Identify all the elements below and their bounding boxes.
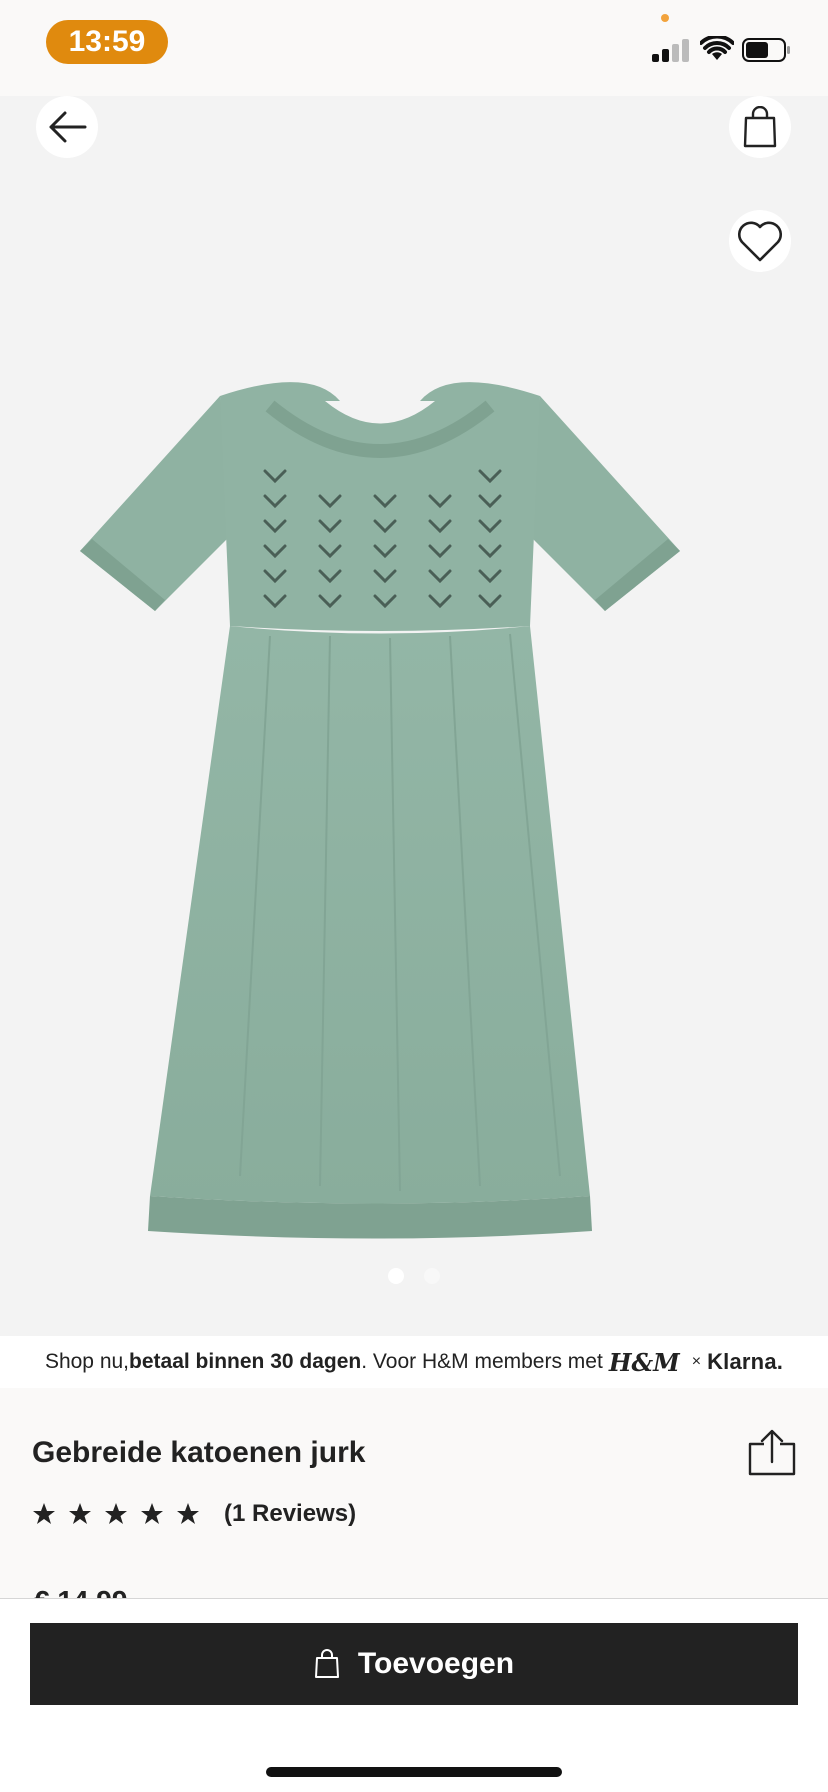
shopping-bag-icon: [314, 1649, 339, 1678]
favorite-button[interactable]: [729, 210, 791, 272]
star-icon: [141, 1503, 163, 1524]
status-time: 13:59: [46, 20, 168, 64]
arrow-left-icon: [49, 111, 87, 143]
share-icon: [748, 1429, 796, 1476]
klarna-banner-prefix: Shop nu,: [44, 1350, 130, 1373]
status-bar: 13:59: [0, 0, 828, 96]
shopping-bag-icon: [743, 106, 777, 148]
add-to-bag-label: Toevoegen: [357, 1647, 515, 1680]
star-icon: [69, 1503, 91, 1524]
star-icon: [177, 1503, 199, 1524]
star-icon: [105, 1503, 127, 1524]
wifi-icon: [700, 36, 734, 60]
review-count-link[interactable]: (1 Reviews): [224, 1500, 356, 1528]
product-title: Gebreide katoenen jurk: [32, 1436, 366, 1469]
star-icon: [33, 1503, 55, 1524]
klarna-banner-suffix: . Voor H&M members met: [361, 1350, 603, 1373]
pagination-dot[interactable]: [424, 1268, 440, 1284]
rating-stars: [32, 1502, 200, 1526]
battery-icon: [742, 38, 790, 62]
product-gallery[interactable]: [0, 96, 828, 1336]
home-indicator[interactable]: [266, 1767, 562, 1777]
back-button[interactable]: [36, 96, 98, 158]
bottom-action-bar: Toevoegen: [0, 1598, 828, 1792]
product-rating[interactable]: (1 Reviews): [32, 1496, 356, 1532]
klarna-banner[interactable]: Shop nu, betaal binnen 30 dagen . Voor H…: [0, 1336, 828, 1388]
share-button[interactable]: [744, 1428, 800, 1480]
privacy-indicator-dot: [661, 14, 669, 22]
product-image: [80, 382, 680, 1239]
gallery-pagination: [0, 1268, 828, 1288]
hm-logo: H&M: [608, 1347, 680, 1377]
klarna-logo: Klarna.: [707, 1349, 784, 1374]
klarna-banner-bold: betaal binnen 30 dagen: [129, 1350, 362, 1373]
pagination-dot-active[interactable]: [388, 1268, 404, 1284]
times-symbol: ×: [691, 1353, 702, 1370]
add-to-bag-button[interactable]: Toevoegen: [30, 1623, 798, 1705]
shopping-bag-button[interactable]: [729, 96, 791, 158]
heart-icon: [737, 221, 783, 262]
signal-icon: [652, 38, 692, 62]
